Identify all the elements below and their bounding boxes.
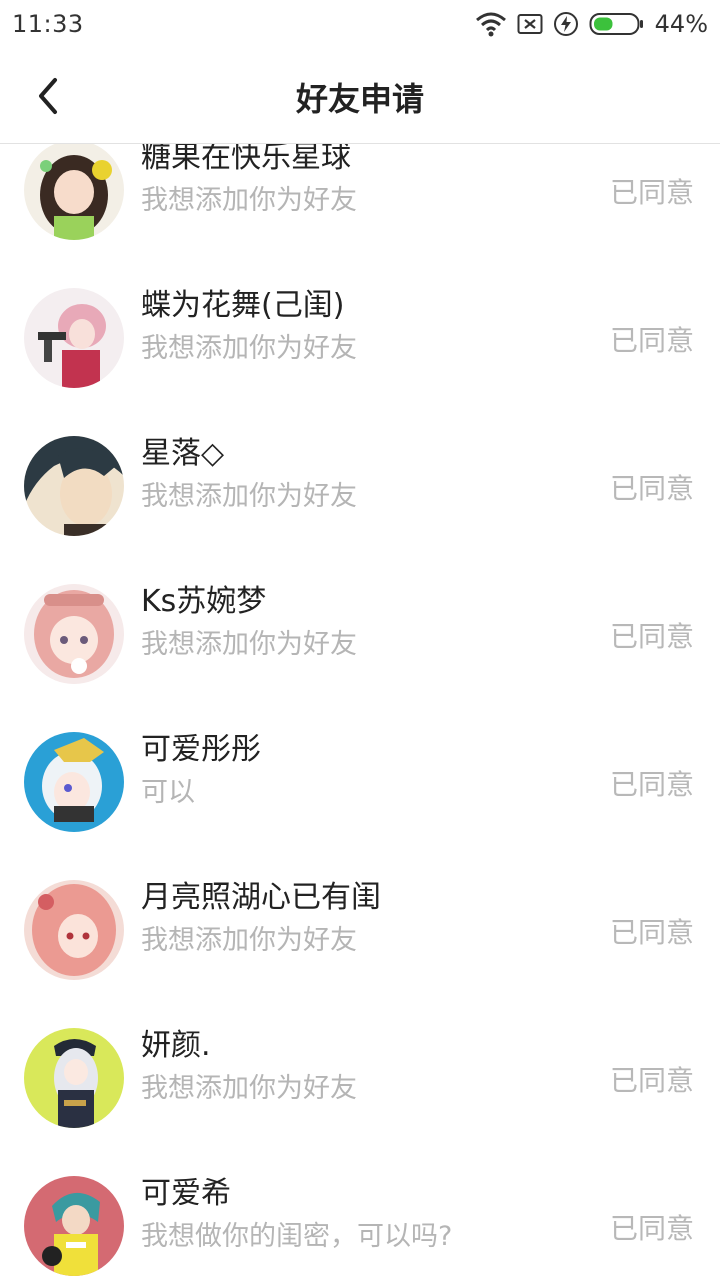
avatar[interactable] [24,144,124,240]
request-status: 已同意 [609,324,694,357]
request-status: 已同意 [609,620,694,653]
list-item[interactable]: 星落◇ 我想添加你为好友 已同意 [0,415,720,563]
list-item[interactable]: 可爱彤彤 可以 已同意 [0,711,720,859]
no-sim-icon [517,14,543,34]
charging-icon [553,12,578,36]
request-name: 可爱希 [141,1176,231,1211]
request-status: 已同意 [609,1212,694,1245]
request-message: 可以 [141,777,195,808]
avatar[interactable] [24,584,124,684]
request-message: 我想做你的闺密，可以吗? [141,1221,453,1252]
page-title: 好友申请 [295,80,424,118]
nav-bar: 好友申请 [0,48,720,144]
avatar[interactable] [24,732,124,832]
request-name: 蝶为花舞(己闺) [141,288,345,323]
request-status: 已同意 [609,472,694,505]
list-item[interactable]: 糖果在快乐星球 我想添加你为好友 已同意 [0,144,720,267]
avatar[interactable] [24,1176,124,1276]
list-item[interactable]: Ks苏婉梦 我想添加你为好友 已同意 [0,563,720,711]
request-message: 我想添加你为好友 [141,629,357,660]
list-item[interactable]: 可爱希 我想做你的闺密，可以吗? 已同意 [0,1155,720,1280]
request-name: 妍颜. [141,1028,211,1063]
request-message: 我想添加你为好友 [141,925,357,956]
request-status: 已同意 [609,176,694,209]
request-status: 已同意 [609,916,694,949]
request-message: 我想添加你为好友 [141,333,357,364]
battery-icon [589,13,643,35]
request-message: 我想添加你为好友 [141,481,357,512]
request-name: 可爱彤彤 [141,732,261,767]
friend-request-list[interactable]: 糖果在快乐星球 我想添加你为好友 已同意 蝶为花舞(己闺) 我想添加你为好友 已… [0,144,720,1280]
list-item[interactable]: 妍颜. 我想添加你为好友 已同意 [0,1007,720,1155]
request-name: 糖果在快乐星球 [141,144,351,175]
list-item[interactable]: 月亮照湖心已有闺 我想添加你为好友 已同意 [0,859,720,1007]
request-name: 月亮照湖心已有闺 [141,880,381,915]
request-name: 星落◇ [141,436,225,471]
request-status: 已同意 [609,768,694,801]
status-bar: 11:33 44% [0,0,720,48]
wifi-icon [475,12,506,37]
request-message: 我想添加你为好友 [141,1073,357,1104]
battery-percent: 44% [654,10,708,38]
avatar[interactable] [24,880,124,980]
avatar[interactable] [24,436,124,536]
status-time: 11:33 [12,10,84,38]
avatar[interactable] [24,288,124,388]
status-icons: 44% [475,8,708,40]
request-name: Ks苏婉梦 [141,584,267,619]
request-status: 已同意 [609,1064,694,1097]
request-message: 我想添加你为好友 [141,185,357,216]
list-item[interactable]: 蝶为花舞(己闺) 我想添加你为好友 已同意 [0,267,720,415]
avatar[interactable] [24,1028,124,1128]
